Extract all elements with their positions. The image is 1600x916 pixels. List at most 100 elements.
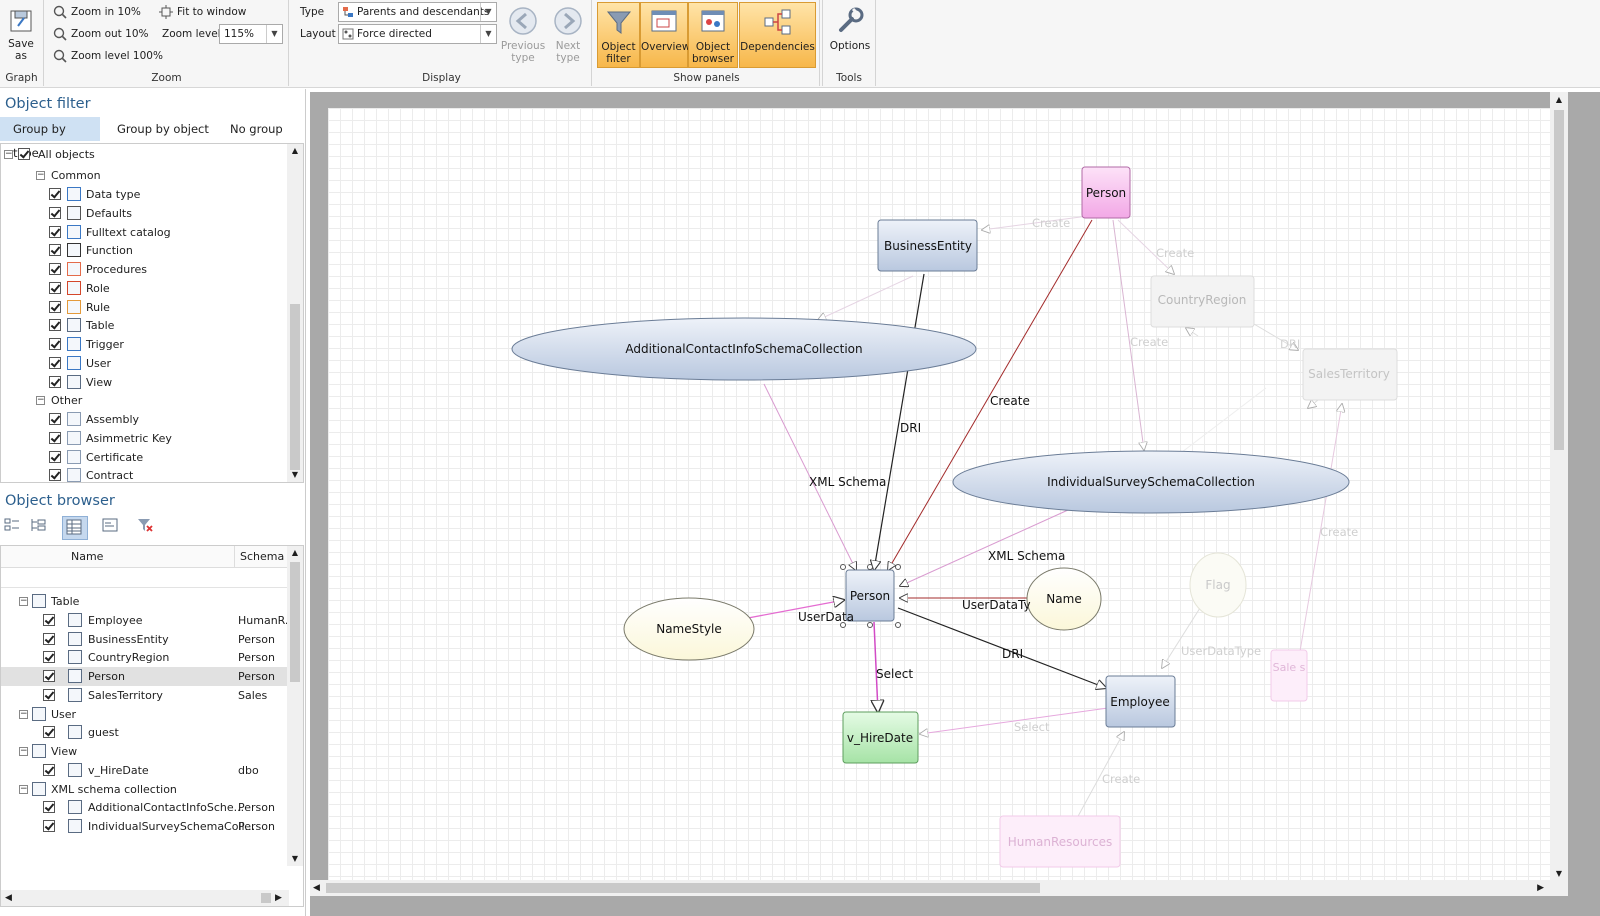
checkbox[interactable] — [49, 450, 61, 463]
tree-item-other-type[interactable]: Asimmetric Key — [1, 429, 289, 448]
collapse-icon[interactable]: − — [36, 171, 45, 180]
column-header-schema[interactable]: Schema — [240, 546, 284, 568]
table-row[interactable]: SalesTerritory Sales — [1, 686, 289, 705]
checkbox[interactable] — [49, 413, 61, 425]
checkbox[interactable] — [43, 763, 55, 776]
view-tree-icon[interactable] — [29, 516, 51, 540]
tab-no-group[interactable]: No group — [217, 117, 296, 141]
edge-userdatatype-faint[interactable] — [1162, 607, 1201, 668]
fit-to-window-button[interactable]: Fit to window — [157, 2, 246, 22]
diagram-canvas[interactable]: CountryRegion SalesTerritory Flag Sale s… — [328, 108, 1550, 880]
view-details-icon[interactable] — [101, 516, 123, 540]
tree-item-common-type[interactable]: Function — [1, 241, 289, 260]
table-row[interactable]: CountryRegion Person — [1, 648, 289, 667]
collapse-icon[interactable]: − — [4, 150, 13, 159]
checkbox[interactable] — [18, 148, 30, 160]
checkbox[interactable] — [49, 244, 61, 257]
zoom-100-button[interactable]: Zoom level 100% — [51, 46, 163, 66]
checkbox[interactable] — [43, 726, 55, 739]
tree-item-other-type[interactable]: Assembly — [1, 410, 289, 429]
scroll-up-icon[interactable]: ▲ — [1550, 92, 1568, 108]
tree-item-common-type[interactable]: Rule — [1, 298, 289, 317]
scrollbar-thumb[interactable] — [261, 893, 271, 903]
browser-group-row[interactable]: − Table — [1, 592, 289, 611]
save-as-button[interactable]: Save as — [2, 2, 40, 62]
tree-item-common-type[interactable]: Role — [1, 279, 289, 298]
tree-item-other-type[interactable]: Certificate — [1, 448, 289, 467]
scrollbar-thumb[interactable] — [1554, 110, 1564, 450]
collapse-icon[interactable]: − — [36, 396, 45, 405]
checkbox[interactable] — [49, 206, 61, 219]
tab-group-by-object[interactable]: Group by object — [104, 117, 222, 141]
checkbox[interactable] — [49, 319, 61, 332]
clear-filter-icon[interactable] — [136, 516, 158, 540]
chevron-down-icon[interactable]: ▼ — [480, 3, 496, 21]
filter-row[interactable] — [1, 568, 289, 588]
collapse-icon[interactable]: − — [19, 597, 28, 606]
overview-button[interactable]: Overview — [640, 2, 690, 68]
dependency-graph[interactable]: CountryRegion SalesTerritory Flag Sale s… — [328, 108, 1550, 880]
table-row[interactable]: IndividualSurveySchemaColl... Person — [1, 817, 289, 836]
view-large-icon[interactable] — [3, 516, 25, 540]
browser-group-row[interactable]: − User — [1, 705, 289, 724]
zoom-level-combo[interactable]: 115% ▼ — [219, 24, 283, 44]
tree-item-all-objects[interactable]: − All objects — [1, 145, 289, 164]
scroll-right-icon[interactable]: ▶ — [275, 890, 282, 906]
diagram-vscrollbar[interactable]: ▲ ▼ — [1550, 92, 1568, 882]
checkbox[interactable] — [49, 281, 61, 294]
scroll-up-icon[interactable]: ▲ — [287, 144, 303, 158]
checkbox[interactable] — [43, 632, 55, 645]
checkbox[interactable] — [49, 300, 61, 313]
scrollbar-thumb[interactable] — [326, 883, 1040, 893]
checkbox[interactable] — [49, 225, 61, 238]
layout-combo[interactable]: Force directed ▼ — [338, 24, 497, 44]
tree-item-common-type[interactable]: Fulltext catalog — [1, 223, 289, 242]
checkbox[interactable] — [49, 356, 61, 369]
scroll-up-icon[interactable]: ▲ — [287, 546, 303, 560]
browser-group-row[interactable]: − XML schema collection — [1, 780, 289, 799]
tree-item-other-type[interactable]: Contract — [1, 466, 289, 482]
tree-item-common-type[interactable]: User — [1, 354, 289, 373]
scroll-down-icon[interactable]: ▼ — [287, 852, 303, 866]
table-row[interactable]: Person Person — [1, 667, 289, 686]
checkbox[interactable] — [49, 431, 61, 444]
collapse-icon[interactable]: − — [19, 709, 28, 719]
checkbox[interactable] — [43, 670, 55, 682]
node-sales-schema[interactable] — [1270, 649, 1308, 702]
tree-item-common[interactable]: − Common — [1, 166, 289, 185]
checkbox[interactable] — [49, 469, 61, 482]
zoom-out-button[interactable]: Zoom out 10% — [51, 24, 148, 44]
tree-item-other[interactable]: − Other — [1, 391, 289, 410]
checkbox[interactable] — [49, 263, 61, 275]
tree-item-common-type[interactable]: View — [1, 373, 289, 392]
options-button[interactable]: Options — [825, 2, 875, 58]
browser-hscrollbar[interactable]: ◀ ▶ — [1, 890, 289, 906]
tree-item-common-type[interactable]: Procedures — [1, 260, 289, 279]
table-row[interactable]: guest — [1, 723, 289, 742]
scrollbar-thumb[interactable] — [290, 304, 300, 470]
table-row[interactable]: BusinessEntity Person — [1, 630, 289, 649]
scroll-right-icon[interactable]: ▶ — [1537, 880, 1544, 896]
browser-group-row[interactable]: − View — [1, 742, 289, 761]
object-filter-button[interactable]: Object filter — [597, 2, 640, 68]
view-grid-icon[interactable] — [62, 516, 88, 540]
table-row[interactable]: v_HireDate dbo — [1, 761, 289, 780]
checkbox[interactable] — [49, 188, 61, 200]
chevron-down-icon[interactable]: ▼ — [266, 25, 282, 43]
checkbox[interactable] — [43, 801, 55, 814]
scroll-left-icon[interactable]: ◀ — [313, 880, 320, 896]
zoom-in-button[interactable]: Zoom in 10% — [51, 2, 141, 22]
collapse-icon[interactable]: − — [19, 784, 28, 794]
dependencies-button[interactable]: Dependencies — [739, 2, 816, 68]
type-combo[interactable]: Parents and descendants ▼ — [338, 2, 497, 22]
collapse-icon[interactable]: − — [19, 747, 28, 756]
checkbox[interactable] — [43, 688, 55, 701]
diagram-hscrollbar[interactable]: ◀ ▶ — [310, 880, 1568, 896]
browser-scrollbar[interactable]: ▲ ▼ — [287, 546, 303, 866]
scroll-left-icon[interactable]: ◀ — [5, 890, 12, 906]
checkbox[interactable] — [43, 820, 55, 832]
tree-item-common-type[interactable]: Data type — [1, 185, 289, 204]
scroll-down-icon[interactable]: ▼ — [287, 468, 303, 482]
scrollbar-thumb[interactable] — [290, 562, 300, 682]
previous-type-button[interactable]: Previous type — [500, 2, 546, 66]
